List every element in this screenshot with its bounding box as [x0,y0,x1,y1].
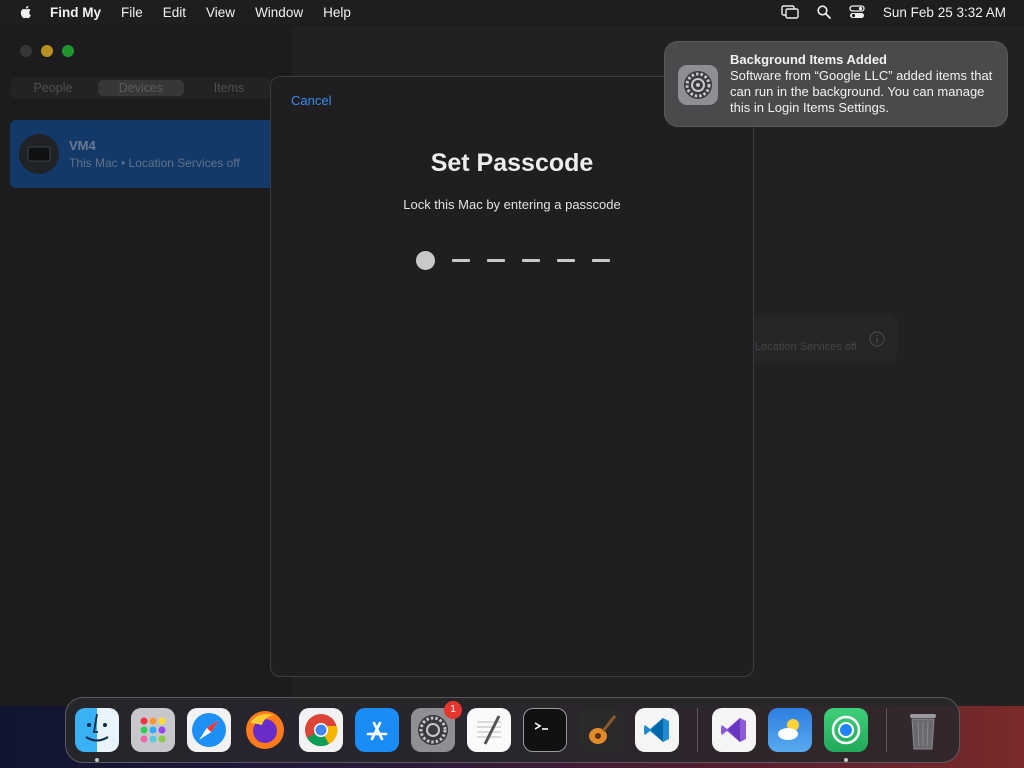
notification-title: Background Items Added [730,52,887,67]
background-items-notification[interactable]: Background Items Added Software from “Go… [664,41,1008,127]
trash-icon[interactable] [901,708,945,752]
vscode-icon[interactable] [635,708,679,752]
system-settings-gear-icon [678,65,718,105]
passcode-digit-empty [522,259,540,262]
visual-studio-icon[interactable] [712,708,756,752]
chrome-icon[interactable] [299,708,343,752]
dock-separator [886,708,887,752]
passcode-digit-filled [416,251,435,270]
notification-body: Software from “Google LLC” added items t… [730,68,993,115]
passcode-digit-empty [452,259,470,262]
cancel-button[interactable]: Cancel [291,93,331,108]
menu-file[interactable]: File [121,5,143,20]
app-store-icon[interactable] [355,708,399,752]
apple-menu-icon[interactable] [18,4,34,20]
dock: 1 [65,697,960,763]
screen-mirroring-icon[interactable] [781,5,799,19]
passcode-digit-empty [487,259,505,262]
passcode-digit-empty [592,259,610,262]
find-my-icon[interactable] [824,708,868,762]
sheet-title: Set Passcode [430,149,594,177]
control-center-icon[interactable] [849,5,865,19]
weather-icon[interactable] [768,708,812,752]
notification-badge: 1 [444,701,462,719]
menu-app-name[interactable]: Find My [50,5,101,20]
passcode-digit-empty [557,259,575,262]
sheet-subtitle: Lock this Mac by entering a passcode [403,197,621,212]
firefox-icon[interactable] [243,708,287,752]
finder-icon[interactable] [75,708,119,762]
menu-bar: Find My File Edit View Window Help Sun F… [0,0,1024,24]
menu-window[interactable]: Window [255,5,303,20]
terminal-icon[interactable] [523,708,567,752]
safari-icon[interactable] [187,708,231,752]
set-passcode-sheet: Cancel Set Passcode Lock this Mac by ent… [270,76,754,677]
menu-help[interactable]: Help [323,5,351,20]
system-settings-icon[interactable]: 1 [411,701,462,752]
dock-separator [697,708,698,752]
menu-edit[interactable]: Edit [163,5,186,20]
spotlight-search-icon[interactable] [817,5,831,19]
menu-view[interactable]: View [206,5,235,20]
menu-clock[interactable]: Sun Feb 25 3:32 AM [883,5,1006,20]
garageband-icon[interactable] [579,708,623,752]
launchpad-icon[interactable] [131,708,175,752]
textedit-icon[interactable] [467,708,511,752]
passcode-field[interactable] [416,251,610,270]
